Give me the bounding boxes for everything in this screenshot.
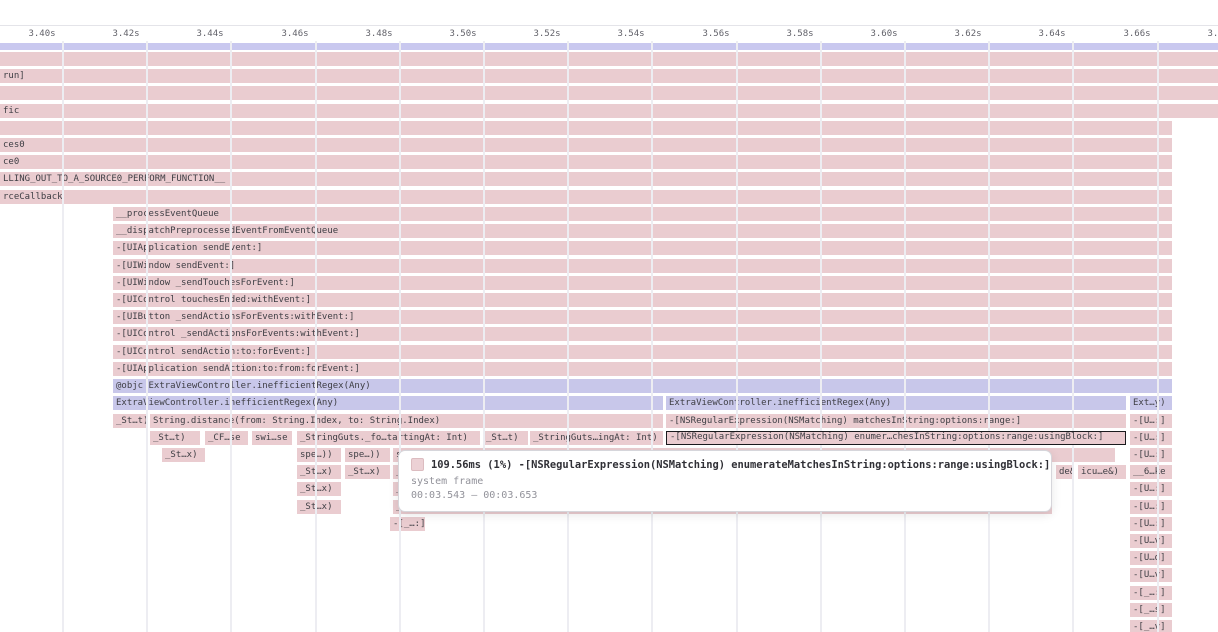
flame-segment[interactable]: spe…)) <box>297 448 341 462</box>
flame-segment[interactable]: icu…e&) <box>1078 465 1126 479</box>
flame-segment[interactable]: -[UIButton _sendActionsForEvents:withEve… <box>113 310 1172 324</box>
ruler-tick: 3.50s <box>449 29 476 39</box>
time-ruler[interactable]: 3.40s 3.42s 3.44s 3.46s 3.48s 3.50s 3.52s 3.54s… <box>0 25 1218 42</box>
flame-segment[interactable]: -[_…s] <box>1130 603 1172 617</box>
flame-segment[interactable]: -[UIControl sendAction:to:forEvent:] <box>113 345 1172 359</box>
flame-segment[interactable]: _St…x) <box>162 448 205 462</box>
gridline <box>820 41 822 632</box>
flame-segment[interactable]: _St…t) <box>483 431 528 445</box>
flame-segment[interactable]: -[U…:] <box>1130 414 1172 428</box>
gridline <box>1072 41 1074 632</box>
flame-segment[interactable]: -[U…v] <box>1130 568 1172 582</box>
flame-segment[interactable]: -[NSRegularExpression(NSMatching) matche… <box>666 414 1126 428</box>
gridline <box>230 41 232 632</box>
ruler-tick: 3.42s <box>112 29 139 39</box>
flame-segment[interactable]: -[U…:] <box>1130 448 1172 462</box>
flame-segment[interactable]: ExtraViewController.inefficientRegex(Any… <box>113 396 663 410</box>
flame-segment[interactable]: fic <box>0 104 1218 118</box>
flame-segment[interactable]: _StringGuts._fo…tartingAt: Int) <box>297 431 480 445</box>
gridline <box>146 41 148 632</box>
flame-segment[interactable]: String.distance(from: String.Index, to: … <box>150 414 663 428</box>
flame-segment[interactable]: -[_…:] <box>390 517 425 531</box>
ruler-tick: 3.44s <box>196 29 223 39</box>
flame-segment[interactable]: rceCallback <box>0 190 1172 204</box>
flame-segment[interactable]: ce0 <box>0 155 1172 169</box>
ruler-tick: 3.66s <box>1123 29 1150 39</box>
flame-segment[interactable]: __dispatchPreprocessedEventFromEventQueu… <box>113 224 1172 238</box>
flame-segment[interactable]: -[U…:] <box>1130 431 1172 445</box>
flame-segment[interactable]: -[UIWindow _sendTouchesForEvent:] <box>113 276 1172 290</box>
flame-segment[interactable]: -[U…:] <box>1130 482 1172 496</box>
ruler-tick: 3.62s <box>954 29 981 39</box>
ruler-tick: 3.60s <box>870 29 897 39</box>
flame-segment[interactable] <box>0 52 1218 66</box>
flame-segment[interactable]: _St…x) <box>297 482 341 496</box>
flame-segment[interactable]: _CF…se <box>205 431 248 445</box>
flame-segment[interactable]: _St…t) <box>113 414 148 428</box>
ruler-tick: 3.56s <box>702 29 729 39</box>
flame-segment[interactable] <box>0 121 1172 135</box>
gridline <box>399 41 401 632</box>
flame-segment[interactable]: -[U…:] <box>1130 500 1172 514</box>
flame-segment[interactable] <box>0 43 1218 50</box>
flame-segment[interactable]: -[UIApplication sendEvent:] <box>113 241 1172 255</box>
tooltip-time-range: 00:03.543 — 00:03.653 <box>411 490 1039 501</box>
flame-segment[interactable]: -[U…v] <box>1130 534 1172 548</box>
flame-segment[interactable]: Ext…y) <box>1130 396 1172 410</box>
flame-segment[interactable]: ces0 <box>0 138 1172 152</box>
ruler-tick: 3.52s <box>533 29 560 39</box>
ruler-tick: 3.64s <box>1038 29 1065 39</box>
flame-segment[interactable]: -[UIApplication sendAction:to:from:forEv… <box>113 362 1172 376</box>
flame-segment[interactable]: ExtraViewController.inefficientRegex(Any… <box>666 396 1126 410</box>
flame-segment[interactable]: -[UIControl touchesEnded:withEvent:] <box>113 293 1172 307</box>
instruments-flame-chart-view: 3.40s 3.42s 3.44s 3.46s 3.48s 3.50s 3.52s 3.54s… <box>0 0 1218 632</box>
flame-segment[interactable]: swi…se <box>252 431 292 445</box>
gridline <box>988 41 990 632</box>
tooltip-subtitle: system frame <box>411 476 1039 487</box>
gridline <box>651 41 653 632</box>
ruler-tick: 3.48s <box>365 29 392 39</box>
flame-segment[interactable]: spe…)) <box>345 448 390 462</box>
ruler-tick: 3.54s <box>617 29 644 39</box>
tooltip: 109.56ms (1%) -[NSRegularExpression(NSMa… <box>398 450 1052 512</box>
flame-segment[interactable]: -[_…:] <box>1130 586 1172 600</box>
gridline <box>483 41 485 632</box>
flame-segment[interactable]: -[UIControl _sendActionsForEvents:withEv… <box>113 327 1172 341</box>
flame-segment[interactable]: @objc ExtraViewController.inefficientReg… <box>113 379 1172 393</box>
flame-segment[interactable]: _StringGuts…ingAt: Int) <box>530 431 663 445</box>
gridline <box>567 41 569 632</box>
ruler-tick: 3.68s <box>1207 29 1218 39</box>
tooltip-color-swatch <box>411 458 424 471</box>
flame-segment[interactable]: _St…x) <box>345 465 390 479</box>
flame-segment[interactable]: __processEventQueue <box>113 207 1172 221</box>
flame-segment[interactable]: _St…x) <box>297 465 341 479</box>
gridline <box>736 41 738 632</box>
flame-segment[interactable]: run] <box>0 69 1218 83</box>
gridline <box>315 41 317 632</box>
gridline <box>904 41 906 632</box>
flame-segment[interactable]: _St…x) <box>297 500 341 514</box>
flame-segment[interactable]: _St…t) <box>150 431 200 445</box>
flame-segment[interactable]: -[UIWindow sendEvent:] <box>113 259 1172 273</box>
flame-segment[interactable] <box>0 86 1218 100</box>
ruler-tick: 3.58s <box>786 29 813 39</box>
flame-segment[interactable]: LLING_OUT_TO_A_SOURCE0_PERFORM_FUNCTION_… <box>0 172 1172 186</box>
flame-segment-selected[interactable]: -[NSRegularExpression(NSMatching) enumer… <box>666 431 1126 445</box>
ruler-tick: 3.46s <box>281 29 308 39</box>
tooltip-title: 109.56ms (1%) -[NSRegularExpression(NSMa… <box>431 459 1050 471</box>
flame-segment[interactable]: __6…ke <box>1130 465 1172 479</box>
flame-segment[interactable]: -[U…:] <box>1130 517 1172 531</box>
flame-segment[interactable]: -[U…d] <box>1130 551 1172 565</box>
gridline <box>62 41 64 632</box>
ruler-tick: 3.40s <box>28 29 55 39</box>
gridline <box>1157 41 1159 632</box>
